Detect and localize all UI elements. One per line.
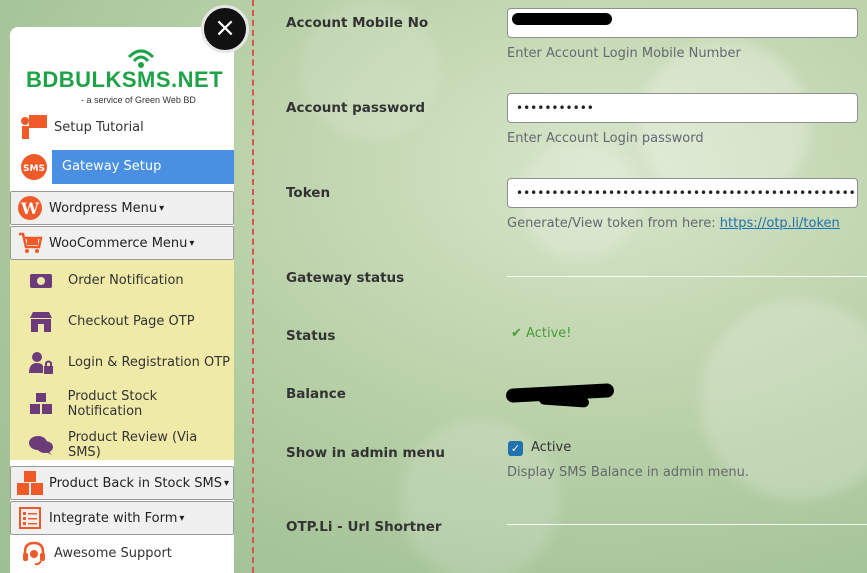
- show-in-admin-label: Show in admin menu: [286, 445, 445, 461]
- svg-text:W: W: [20, 199, 40, 218]
- submenu-item-label: Order Notification: [68, 273, 184, 288]
- logo-text: BDBULKSMS.NET: [26, 67, 224, 92]
- sidebar-item-setup-tutorial[interactable]: Setup Tutorial: [10, 109, 234, 145]
- comments-icon: [26, 430, 56, 460]
- sidebar-item-label: Awesome Support: [54, 545, 172, 561]
- submenu-item-label: Checkout Page OTP: [68, 314, 195, 329]
- balance-label: Balance: [286, 386, 346, 402]
- submenu-item-label: Login & Registration OTP: [68, 355, 231, 370]
- submenu-item-checkout-otp[interactable]: Checkout Page OTP: [10, 301, 234, 342]
- user-lock-icon: [26, 348, 56, 378]
- presentation-icon: [18, 111, 50, 143]
- sidebar-item-wordpress-menu[interactable]: W Wordpress Menu ▾: [10, 191, 234, 225]
- status-value: ✔ Active!: [511, 326, 571, 341]
- account-mobile-label: Account Mobile No: [286, 15, 429, 31]
- section-divider: [507, 276, 867, 277]
- headset-icon: [18, 537, 50, 569]
- sms-icon-wrap: SMS: [10, 149, 50, 185]
- sidebar-item-integrate-with-form[interactable]: Integrate with Form ▾: [10, 501, 234, 535]
- show-in-admin-checkbox[interactable]: ✓: [508, 441, 523, 456]
- sidebar-item-gateway-setup[interactable]: Gateway Setup: [52, 150, 234, 184]
- gateway-settings-form: Account Mobile No Enter Account Login Mo…: [254, 0, 867, 573]
- caret-down-icon: ▾: [179, 512, 185, 524]
- show-in-admin-checkbox-label: Active: [531, 440, 572, 455]
- caret-down-icon: ▾: [189, 237, 195, 249]
- svg-text:SMS: SMS: [23, 164, 45, 174]
- sidebar-item-label: Product Back in Stock SMS: [49, 475, 222, 491]
- token-input[interactable]: ••••••••••••••••••••••••••••••••••••••••…: [507, 178, 858, 208]
- status-text: Active!: [526, 326, 572, 341]
- sms-icon: SMS: [18, 151, 50, 183]
- redaction-mark: [512, 13, 612, 25]
- token-link[interactable]: https://otp.li/token: [720, 216, 840, 231]
- submenu-item-order-notification[interactable]: Order Notification: [10, 260, 234, 301]
- account-password-hint: Enter Account Login password: [507, 131, 704, 146]
- submenu-item-product-stock-notification[interactable]: Product Stock Notification: [10, 383, 234, 424]
- sidebar-item-product-back-in-stock[interactable]: Product Back in Stock SMS ▾: [10, 466, 234, 500]
- redaction-mark: [538, 394, 590, 408]
- woocommerce-submenu: Order Notification Checkout Page OTP Log…: [10, 260, 234, 460]
- account-mobile-hint: Enter Account Login Mobile Number: [507, 46, 741, 61]
- caret-down-icon: ▾: [224, 477, 230, 489]
- sidebar-item-woocommerce-menu[interactable]: WooCommerce Menu ▾: [10, 226, 234, 260]
- submenu-item-label: Product Stock Notification: [67, 388, 158, 419]
- check-icon: ✔: [511, 326, 522, 341]
- sidebar-item-label: Setup Tutorial: [54, 119, 144, 135]
- form-icon: [15, 503, 45, 533]
- sidebar-item-awesome-support[interactable]: Awesome Support: [10, 535, 234, 571]
- sidebar-item-label: Wordpress Menu: [49, 200, 158, 216]
- submenu-item-product-review[interactable]: Product Review (Via SMS): [10, 424, 234, 465]
- logo-subtitle: - a service of Green Web BD: [81, 95, 196, 105]
- submenu-item-login-registration-otp[interactable]: Login & Registration OTP: [10, 342, 234, 383]
- account-password-label: Account password: [286, 100, 426, 116]
- money-icon: [26, 266, 56, 296]
- cubes-icon: [15, 468, 45, 498]
- sidebar: BDBULKSMS.NET - a service of Green Web B…: [10, 27, 234, 573]
- close-button[interactable]: ×: [201, 5, 249, 53]
- cart-icon: [15, 228, 45, 258]
- store-icon: [26, 307, 56, 337]
- token-hint: Generate/View token from here: https://o…: [507, 216, 840, 231]
- account-password-input[interactable]: •••••••••••: [507, 93, 858, 123]
- submenu-item-label: Product Review (Via SMS): [67, 429, 198, 460]
- boxes-icon: [26, 389, 56, 419]
- sidebar-item-label: WooCommerce Menu: [49, 235, 188, 251]
- otp-li-label: OTP.Li - Url Shortner: [286, 519, 442, 535]
- gateway-status-label: Gateway status: [286, 270, 405, 286]
- sidebar-item-label: Integrate with Form: [49, 510, 178, 526]
- token-label: Token: [286, 185, 331, 201]
- section-divider: [507, 524, 867, 525]
- caret-down-icon: ▾: [159, 202, 165, 214]
- token-hint-text: Generate/View token from here:: [507, 216, 720, 231]
- status-label: Status: [286, 328, 336, 344]
- wordpress-icon: W: [15, 193, 45, 223]
- wifi-icon: [127, 49, 155, 68]
- show-in-admin-hint: Display SMS Balance in admin menu.: [507, 465, 750, 480]
